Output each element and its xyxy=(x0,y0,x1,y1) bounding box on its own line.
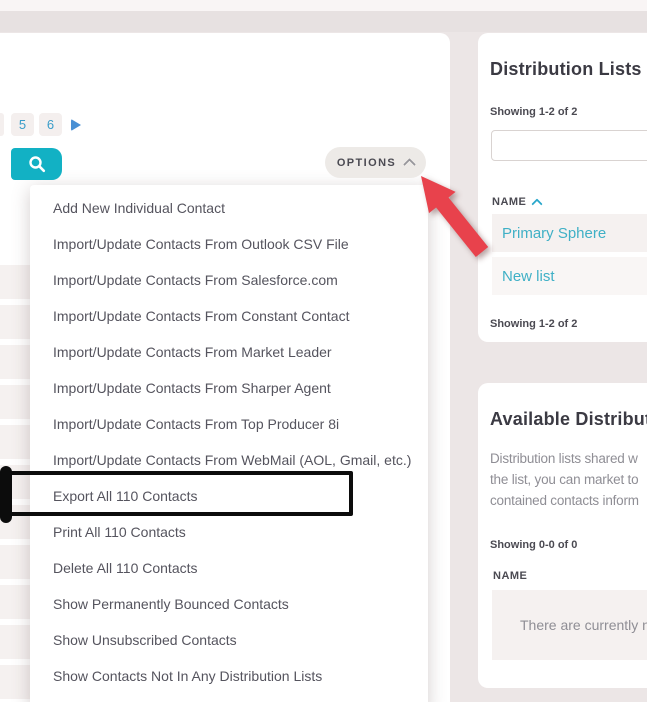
options-menu-item[interactable]: Show Permanently Bounced Contacts xyxy=(30,586,428,622)
header-band xyxy=(0,11,647,32)
options-menu-item[interactable]: Add New Individual Contact xyxy=(30,190,428,226)
options-menu-item[interactable]: Import/Update Contacts From WebMail (AOL… xyxy=(30,442,428,478)
options-menu-item[interactable]: Print All 110 Contacts xyxy=(30,514,428,550)
options-menu-item[interactable]: Import/Update Contacts From Salesforce.c… xyxy=(30,262,428,298)
options-menu-item[interactable]: Import/Update Contacts From Constant Con… xyxy=(30,298,428,334)
pagination: 56 xyxy=(0,113,81,136)
name-column-header: NAME xyxy=(493,570,527,582)
empty-state-message: There are currently no xyxy=(520,617,647,633)
search-icon xyxy=(27,154,47,174)
contact-table-rows-partial xyxy=(0,265,30,702)
chevron-up-icon xyxy=(403,158,417,171)
options-menu-item[interactable]: Show Contacts Not In Any Distribution Li… xyxy=(30,658,428,694)
page-number-button[interactable]: 6 xyxy=(39,113,62,136)
options-menu-item[interactable]: Import/Update Contacts From Sharper Agen… xyxy=(30,370,428,406)
description-line: contained contacts inform xyxy=(490,493,639,508)
distribution-list-rows: Primary Sphere New list xyxy=(492,214,647,300)
available-lists-description: Distribution lists shared w the list, you… xyxy=(490,448,639,511)
distribution-list-row[interactable]: Primary Sphere xyxy=(492,214,647,252)
sort-ascending-icon xyxy=(531,197,544,210)
top-strip xyxy=(0,0,647,11)
page-number-button[interactable]: 5 xyxy=(11,113,34,136)
options-dropdown-menu: Add New Individual Contact Import/Update … xyxy=(30,185,428,702)
distribution-list-name-link[interactable]: Primary Sphere xyxy=(492,225,606,242)
name-column-header[interactable]: NAME xyxy=(492,196,544,210)
available-lists-title: Available Distribut xyxy=(490,409,647,429)
options-menu-item[interactable]: Import/Update Contacts From Market Leade… xyxy=(30,334,428,370)
available-distribution-lists-panel: Available Distribut Distribution lists s… xyxy=(478,383,647,688)
options-menu-item[interactable]: Delete All 110 Contacts xyxy=(30,550,428,586)
options-button[interactable]: OPTIONS xyxy=(325,147,426,178)
page-buttons: 56 xyxy=(11,113,62,136)
showing-count-top: Showing 1-2 of 2 xyxy=(490,106,578,118)
name-column-label: NAME xyxy=(493,570,528,582)
options-menu-item[interactable]: Import/Update Contacts From Top Producer… xyxy=(30,406,428,442)
page-button-partial[interactable] xyxy=(0,113,4,136)
options-menu-item[interactable]: Export All 110 Contacts xyxy=(30,478,428,514)
options-menu-list: Add New Individual Contact Import/Update … xyxy=(30,185,428,694)
showing-count: Showing 0-0 of 0 xyxy=(490,539,578,551)
options-button-label: OPTIONS xyxy=(336,156,397,169)
empty-state-box: There are currently no xyxy=(492,590,647,660)
showing-count-bottom: Showing 1-2 of 2 xyxy=(490,318,578,330)
list-filter-input[interactable] xyxy=(491,130,647,161)
description-line: Distribution lists shared w xyxy=(490,451,638,466)
options-menu-item[interactable]: Import/Update Contacts From Outlook CSV … xyxy=(30,226,428,262)
search-button[interactable] xyxy=(11,148,62,180)
next-page-icon[interactable] xyxy=(71,119,81,131)
distribution-lists-title: Distribution Lists xyxy=(490,59,642,79)
description-line: the list, you can market to xyxy=(490,472,639,487)
options-menu-item[interactable]: Show Unsubscribed Contacts xyxy=(30,622,428,658)
distribution-lists-panel: Distribution Lists Showing 1-2 of 2 NAME… xyxy=(478,33,647,342)
distribution-list-row[interactable]: New list xyxy=(492,257,647,295)
page: 56 OPTIONS Add New Individual Contact Imp… xyxy=(0,0,647,702)
name-column-label: NAME xyxy=(492,196,527,208)
distribution-list-name-link[interactable]: New list xyxy=(492,268,555,285)
